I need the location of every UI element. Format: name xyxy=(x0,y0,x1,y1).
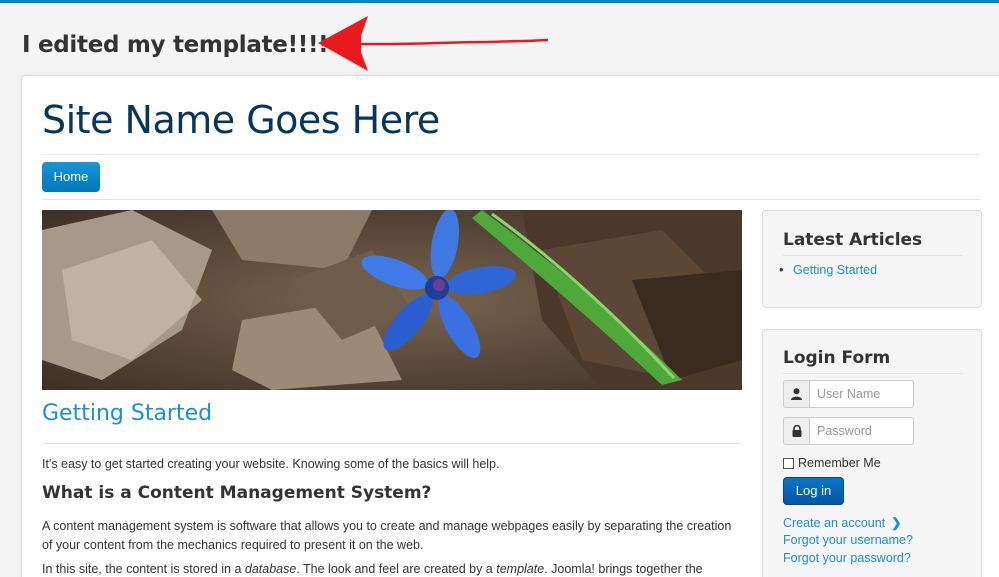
latest-article-link[interactable]: Getting Started xyxy=(779,262,877,277)
lock-icon xyxy=(783,417,810,445)
article-intro: It's easy to get started creating your w… xyxy=(42,457,500,471)
login-form-rule xyxy=(783,373,963,374)
user-icon xyxy=(783,380,810,408)
article-heading: What is a Content Management System? xyxy=(42,483,432,503)
page-container: Site Name Goes Here Home Getting Started… xyxy=(21,75,999,577)
forgot-password-link[interactable]: Forgot your password? xyxy=(783,551,911,565)
username-input[interactable]: User Name xyxy=(810,380,914,408)
header-divider xyxy=(42,154,980,155)
login-form-title: Login Form xyxy=(783,348,891,368)
chevron-right-icon: ❯ xyxy=(891,516,902,530)
red-arrow-icon xyxy=(318,16,549,71)
username-group: User Name xyxy=(783,380,914,408)
annotation-title: I edited my template!!!! xyxy=(22,32,329,58)
login-form-module: Login Form User Name Password Remember M… xyxy=(762,329,982,577)
latest-articles-title: Latest Articles xyxy=(783,230,923,250)
latest-articles-rule xyxy=(783,255,963,256)
remember-me-label: Remember Me xyxy=(798,456,881,470)
forgot-username-link[interactable]: Forgot your username? xyxy=(783,533,913,547)
site-name[interactable]: Site Name Goes Here xyxy=(42,98,440,142)
article-divider xyxy=(42,443,742,444)
article-paragraph-2: In this site, the content is stored in a… xyxy=(42,562,703,576)
remember-me-row[interactable]: Remember Me xyxy=(783,456,881,470)
nav-divider xyxy=(42,199,980,200)
top-accent-bar xyxy=(0,0,999,3)
banner-image xyxy=(42,210,742,390)
article-title[interactable]: Getting Started xyxy=(42,401,212,426)
password-input[interactable]: Password xyxy=(810,417,914,445)
article-paragraph-1: A content management system is software … xyxy=(42,519,732,552)
latest-articles-module: Latest Articles Getting Started xyxy=(762,210,982,308)
remember-me-checkbox[interactable] xyxy=(783,457,794,469)
nav-home-button[interactable]: Home xyxy=(42,162,100,192)
password-group: Password xyxy=(783,417,914,445)
create-account-link[interactable]: Create an account ❯ xyxy=(783,515,902,530)
login-button[interactable]: Log in xyxy=(783,477,844,505)
